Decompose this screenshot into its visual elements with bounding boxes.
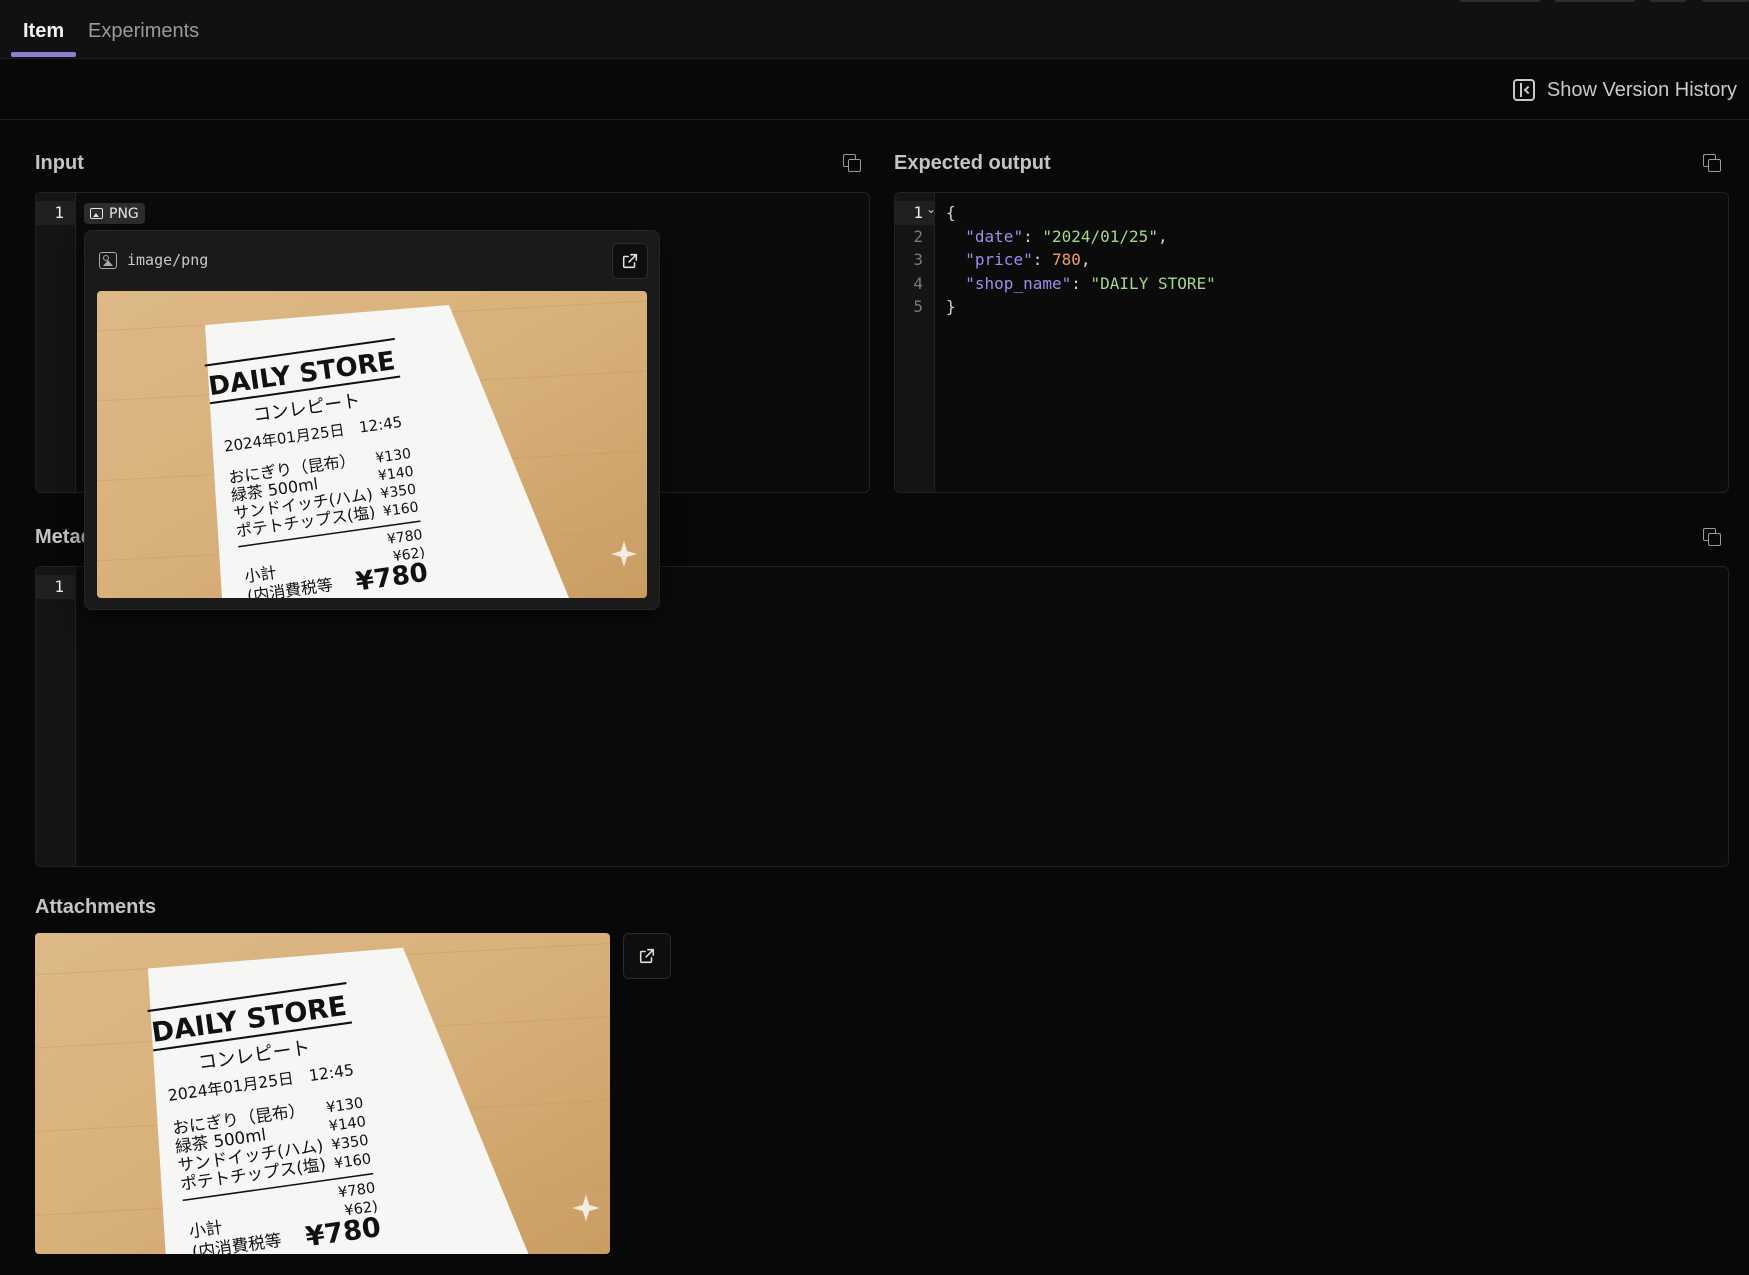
json-price-value: 780 [1051,250,1081,269]
image-preview-popover: image/png DAILY STORE コンレピート 2024年01月25日… [84,230,660,610]
toolbar-button-stub[interactable] [1460,0,1540,2]
show-version-history-label: Show Version History [1546,78,1737,101]
png-attachment-chip[interactable]: PNG [84,203,145,224]
open-attachment-button[interactable] [623,933,671,979]
popover-header: image/png [99,251,208,269]
show-version-history-button[interactable]: Show Version History [1512,76,1737,104]
toolbar-button-stub[interactable] [1555,0,1635,2]
panel-toggle-icon [1512,79,1535,101]
line-number: 5 [913,297,923,316]
copy-icon[interactable] [843,154,861,172]
line-number: 3 [913,250,923,269]
line-number: 1 [36,575,76,599]
tab-experiments[interactable]: Experiments [88,20,199,43]
toolbar-button-stub[interactable] [1702,0,1749,2]
attachments-label: Attachments [35,896,157,918]
json-code: { "date": "2024/01/25", "price": 780, "s… [946,203,1216,316]
external-link-icon [639,948,655,964]
fold-chevron-icon[interactable]: ⌄ [926,202,936,216]
open-image-button[interactable] [612,243,648,279]
copy-icon[interactable] [1703,154,1721,172]
image-icon [99,251,117,269]
expected-output-editor[interactable]: 1 2 3 4 5 ⌄ { "date": "2024/01/25", "pri… [894,192,1729,493]
receipt-photo: DAILY STORE コンレピート 2024年01月25日 12:45 おにぎ… [35,933,610,1254]
json-date-value: 2024/01/25 [1051,226,1149,246]
expected-output-label: Expected output [894,152,1051,174]
tab-item[interactable]: Item [23,20,64,43]
receipt-photo: DAILY STORE コンレピート 2024年01月25日 12:45 おにぎ… [97,291,647,598]
receipt-image-preview[interactable]: DAILY STORE コンレピート 2024年01月25日 12:45 おにぎ… [97,291,647,598]
input-label: Input [35,152,84,174]
metadata-gutter: 1 [36,567,76,866]
input-gutter: 1 [36,193,76,492]
external-link-icon [622,253,638,269]
expected-output-gutter: 1 2 3 4 5 ⌄ [895,193,936,492]
line-number: 4 [913,273,923,293]
active-tab-indicator [11,52,76,57]
json-shop-name-value: DAILY STORE [1100,273,1207,293]
copy-icon[interactable] [1703,528,1721,546]
mime-type-label: image/png [127,251,209,269]
receipt-image-attachment[interactable]: DAILY STORE コンレピート 2024年01月25日 12:45 おにぎ… [35,933,610,1254]
tab-bar: Item Experiments [0,0,1749,59]
toolbar-button-stub[interactable] [1650,0,1686,2]
line-number: 1 [36,201,76,225]
image-icon [90,208,103,219]
line-number: 2 [913,226,923,246]
png-chip-label: PNG [109,205,139,222]
item-toolbar: Show Version History [0,60,1749,120]
metadata-editor[interactable]: 1 [35,566,1729,867]
